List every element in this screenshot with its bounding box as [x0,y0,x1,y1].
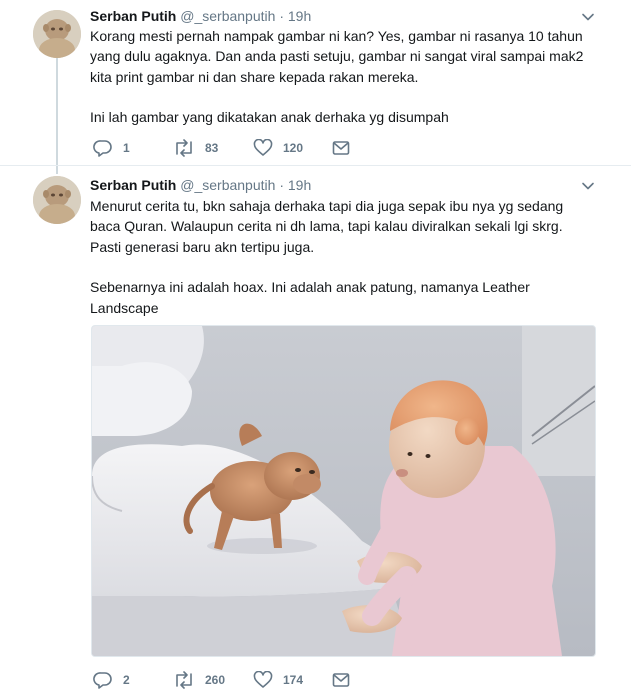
tweet[interactable]: Serban Putih @_serbanputih · 19h Korang … [0,0,631,166]
tweet-actions: 1 83 120 [90,138,570,158]
direct-message-button[interactable] [332,670,350,690]
direct-message-icon [332,672,350,688]
retweet-count: 260 [205,673,226,687]
tweet-paragraph: Ini lah gambar yang dikatakan anak derha… [90,109,449,126]
tweet-paragraph: Korang mesti pernah nampak gambar ni kan… [90,28,584,85]
author-name[interactable]: Serban Putih [90,8,176,24]
retweet-button[interactable]: 260 [173,670,225,690]
retweet-count: 83 [205,141,219,155]
reply-button[interactable]: 1 [93,138,130,158]
tweet[interactable]: Serban Putih @_serbanputih · 19h Menurut… [0,166,631,689]
like-button[interactable]: 120 [253,138,303,158]
retweet-icon [173,139,195,157]
tweet-timestamp[interactable]: 19h [288,177,311,193]
tweet-header: Serban Putih @_serbanputih · 19h [90,176,311,194]
tweet-text: Korang mesti pernah nampak gambar ni kan… [90,26,595,128]
chevron-down-icon[interactable] [581,179,595,193]
retweet-button[interactable]: 83 [173,138,218,158]
tweet-photo[interactable] [91,325,596,657]
direct-message-button[interactable] [332,138,350,158]
reply-button[interactable]: 2 [93,670,130,690]
tweet-paragraph: Menurut cerita tu, bkn sahaja derhaka ta… [90,198,564,255]
like-count: 120 [283,141,304,155]
tweet-text: Menurut cerita tu, bkn sahaja derhaka ta… [90,196,595,318]
separator-dot: · [279,177,284,193]
retweet-icon [173,671,195,689]
thread-connector [56,166,58,174]
reply-icon [93,139,113,157]
avatar[interactable] [33,10,81,58]
like-count: 174 [283,673,304,687]
tweet-paragraph: Sebenarnya ini adalah hoax. Ini adalah a… [90,279,530,316]
tweet-header: Serban Putih @_serbanputih · 19h [90,7,311,25]
tweet-actions: 2 260 174 [90,670,570,690]
author-name[interactable]: Serban Putih [90,177,176,193]
chevron-down-icon[interactable] [581,10,595,24]
avatar[interactable] [33,176,81,224]
like-icon [253,139,273,157]
direct-message-icon [332,140,350,156]
like-icon [253,671,273,689]
like-button[interactable]: 174 [253,670,303,690]
separator-dot: · [279,8,284,24]
author-handle[interactable]: @_serbanputih [180,177,275,193]
thread-connector [56,58,58,166]
author-handle[interactable]: @_serbanputih [180,8,275,24]
reply-count: 2 [123,673,130,687]
reply-count: 1 [123,141,130,155]
tweet-timestamp[interactable]: 19h [288,8,311,24]
reply-icon [93,671,113,689]
